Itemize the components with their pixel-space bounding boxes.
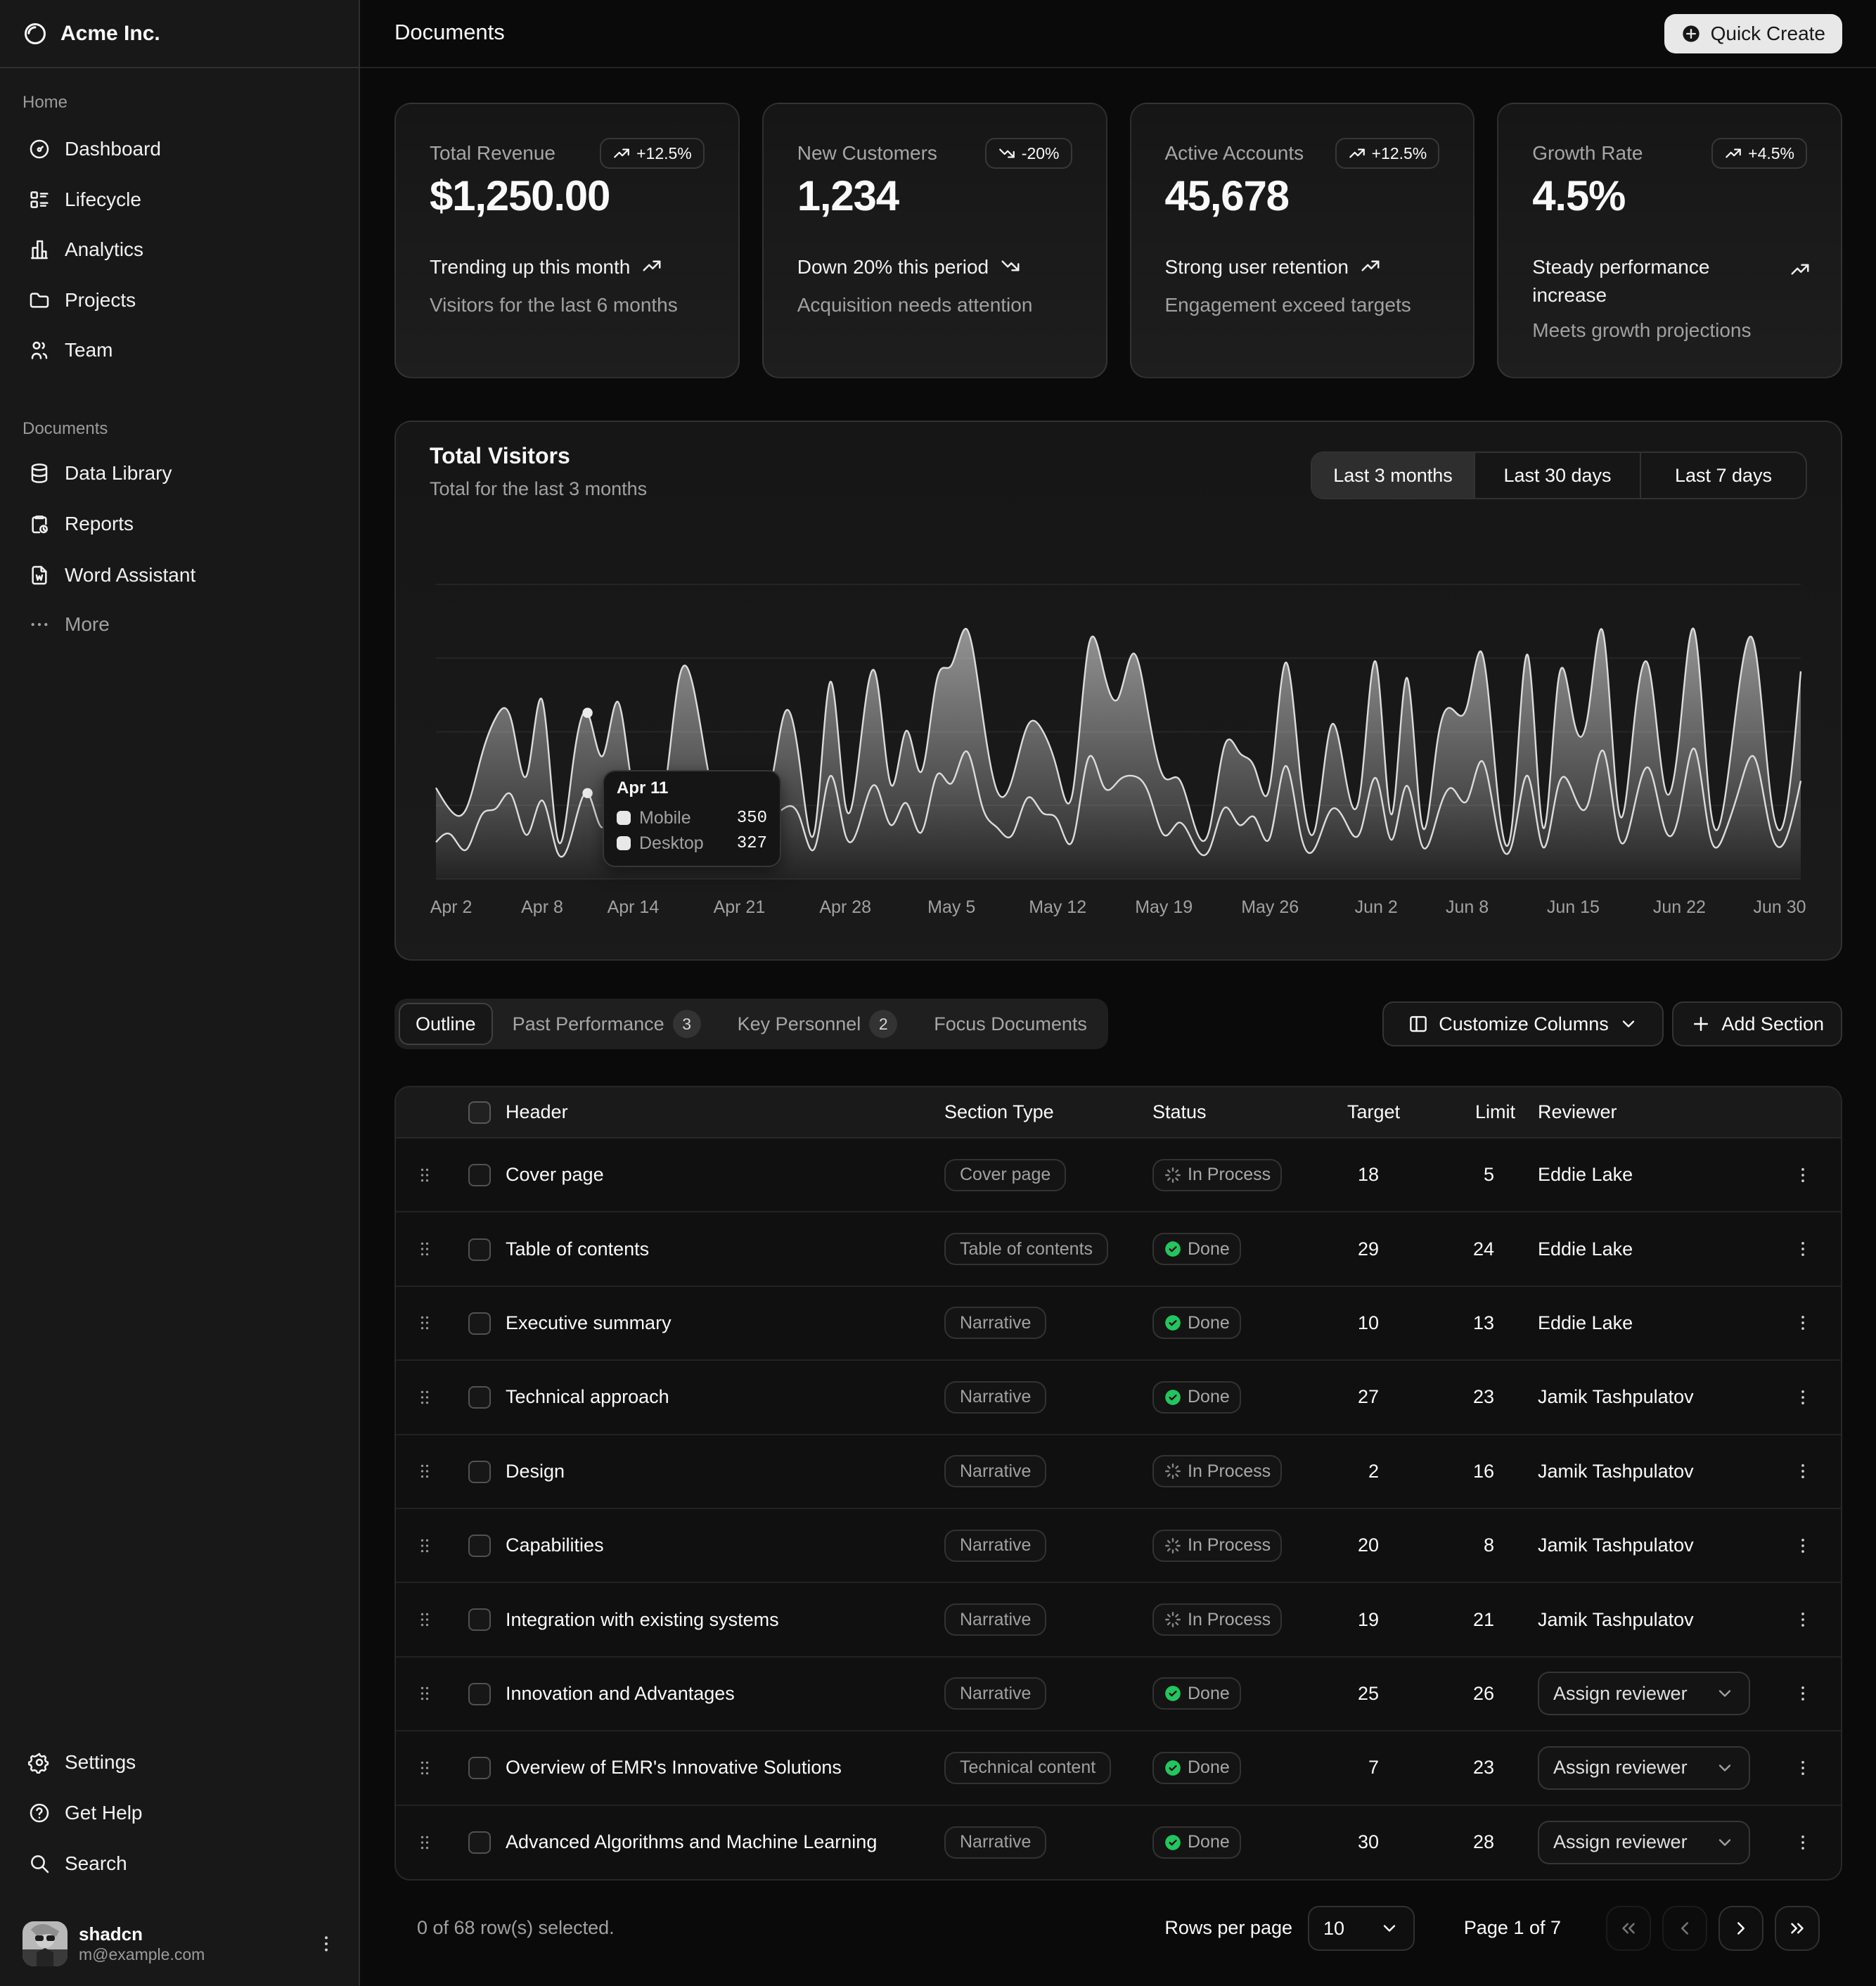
svg-text:Jun 2: Jun 2 <box>1355 897 1398 917</box>
svg-text:Jun 22: Jun 22 <box>1653 897 1706 917</box>
svg-text:Jun 15: Jun 15 <box>1547 897 1600 917</box>
svg-text:May 5: May 5 <box>927 897 975 917</box>
svg-text:Apr 14: Apr 14 <box>608 897 660 917</box>
svg-text:Jun 8: Jun 8 <box>1446 897 1489 917</box>
svg-text:Apr 21: Apr 21 <box>714 897 766 917</box>
svg-text:Apr 28: Apr 28 <box>819 897 871 917</box>
svg-text:May 12: May 12 <box>1029 897 1086 917</box>
svg-text:Apr 2: Apr 2 <box>430 897 473 917</box>
svg-text:May 26: May 26 <box>1241 897 1299 917</box>
svg-text:May 19: May 19 <box>1135 897 1193 917</box>
svg-text:Jun 30: Jun 30 <box>1753 897 1806 917</box>
svg-text:Apr 8: Apr 8 <box>521 897 563 917</box>
